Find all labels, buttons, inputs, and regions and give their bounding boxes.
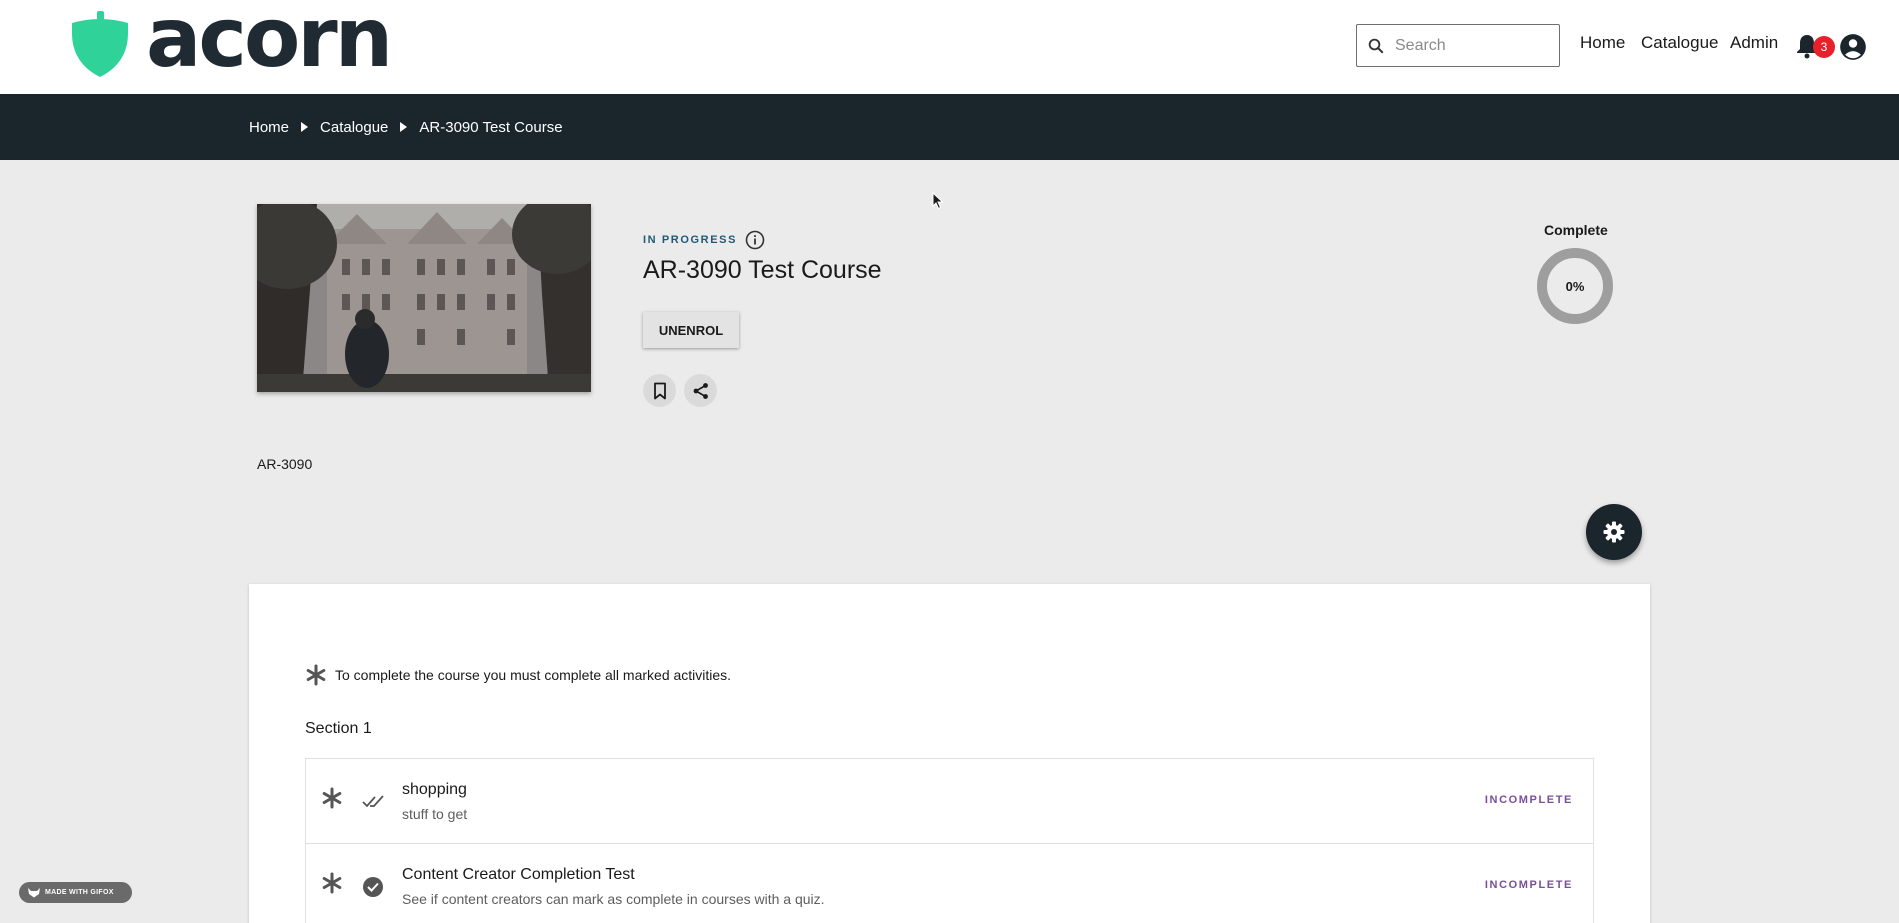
share-button[interactable] (684, 374, 717, 407)
breadcrumb-catalogue[interactable]: Catalogue (320, 119, 388, 136)
activity-subtitle: stuff to get (402, 806, 468, 822)
top-header: acorn Home Catalogue Admin 3 (0, 0, 1899, 94)
breadcrumb: Home Catalogue AR-3090 Test Course (0, 94, 1899, 160)
chevron-right-icon (400, 122, 408, 132)
requirement-text: To complete the course you must complete… (335, 667, 732, 683)
fox-icon (28, 888, 40, 898)
check-circle-icon (363, 877, 383, 897)
acorn-logo[interactable]: acorn (68, 0, 393, 80)
activity-item[interactable]: Content Creator Completion Test See if c… (305, 843, 1594, 923)
share-icon (693, 382, 708, 399)
info-icon[interactable] (745, 230, 765, 250)
requirement-note: To complete the course you must complete… (305, 664, 731, 686)
gear-icon (1603, 521, 1625, 543)
nav-home[interactable]: Home (1580, 33, 1625, 53)
notification-badge: 3 (1813, 36, 1835, 58)
breadcrumb-current: AR-3090 Test Course (419, 118, 563, 136)
asterisk-icon (306, 664, 326, 686)
search-box[interactable] (1356, 24, 1560, 67)
course-code: AR-3090 (257, 456, 313, 472)
gifox-watermark: MADE WITH GIFOX (19, 882, 132, 903)
bookmark-icon (653, 382, 666, 399)
brand-name: acorn (146, 0, 393, 86)
activity-status: INCOMPLETE (1484, 879, 1573, 891)
activity-item[interactable]: shopping stuff to get INCOMPLETE (305, 758, 1594, 844)
breadcrumb-home[interactable]: Home (249, 119, 289, 136)
double-check-icon (362, 795, 384, 808)
activity-subtitle: See if content creators can mark as comp… (402, 891, 825, 907)
progress-ring: 0% (1536, 247, 1614, 330)
account-button[interactable] (1839, 33, 1867, 66)
nav-catalogue[interactable]: Catalogue (1641, 33, 1719, 53)
chevron-right-icon (301, 122, 309, 132)
activity-title: shopping (402, 781, 467, 798)
course-status-row: IN PROGRESS (643, 230, 765, 250)
account-circle-icon (1840, 34, 1866, 60)
activity-title: Content Creator Completion Test (402, 866, 635, 883)
settings-button[interactable] (1586, 504, 1642, 560)
status-label: IN PROGRESS (643, 234, 738, 246)
mouse-cursor-icon (932, 192, 944, 210)
course-title: AR-3090 Test Course (643, 256, 882, 284)
search-icon (1368, 38, 1384, 53)
nav-admin[interactable]: Admin (1730, 33, 1778, 53)
section-title: Section 1 (305, 720, 372, 737)
acorn-logo-icon (72, 11, 128, 77)
search-input[interactable] (1395, 36, 1545, 55)
course-content-card: To complete the course you must complete… (249, 584, 1650, 923)
required-asterisk-icon (322, 787, 342, 809)
course-thumbnail (257, 204, 591, 392)
progress-text: 0% (1566, 279, 1585, 294)
bookmark-button[interactable] (643, 374, 676, 407)
watermark-text: MADE WITH GIFOX (45, 889, 114, 896)
activity-status: INCOMPLETE (1484, 794, 1573, 806)
unenrol-button[interactable]: UNENROL (643, 312, 739, 348)
complete-label: Complete (1544, 222, 1608, 238)
required-asterisk-icon (322, 872, 342, 894)
